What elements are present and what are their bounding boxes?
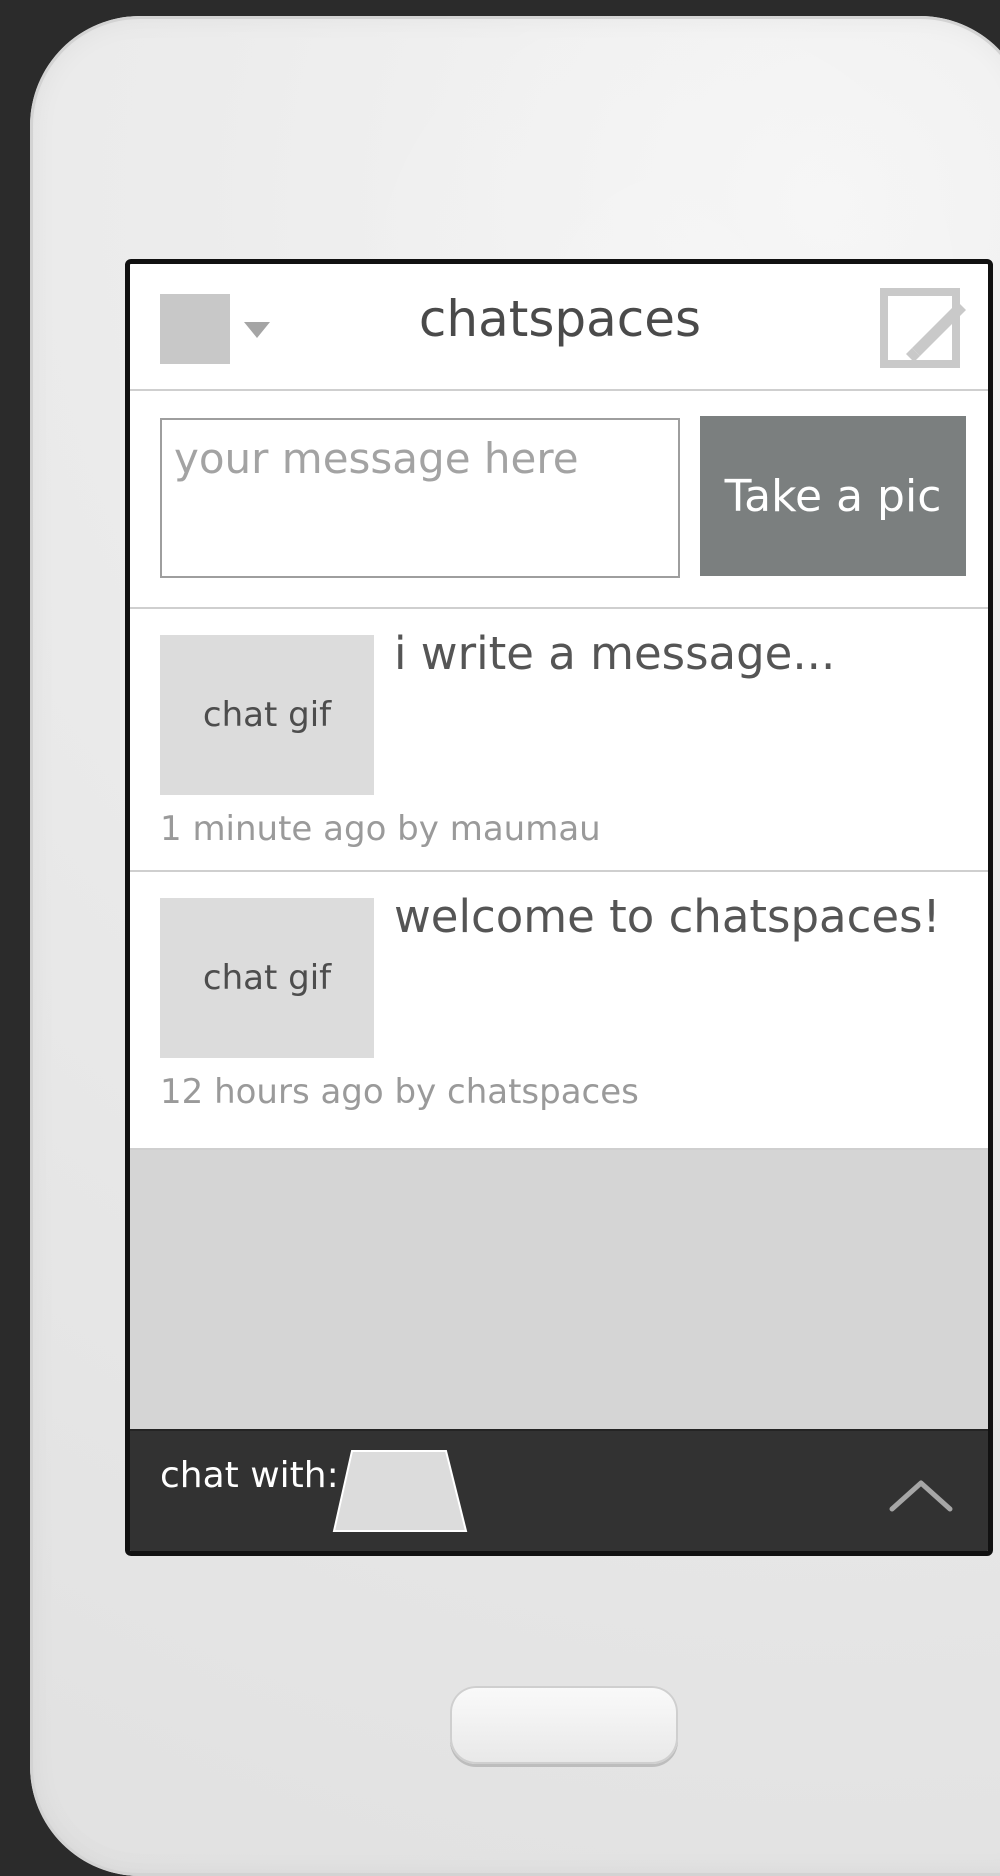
chat-gif-label: chat gif xyxy=(202,695,332,735)
chat-gif: chat gif xyxy=(160,898,374,1058)
avatar[interactable] xyxy=(160,294,230,364)
message-text: i write a message... xyxy=(394,627,836,680)
message-text: welcome to chatspaces! xyxy=(394,890,941,943)
message-meta: 1 minute ago by maumau xyxy=(160,809,601,849)
message-meta: 12 hours ago by chatspaces xyxy=(160,1072,639,1112)
take-a-pic-button[interactable]: Take a pic xyxy=(700,416,966,576)
chat-gif: chat gif xyxy=(160,635,374,795)
message-input[interactable] xyxy=(160,418,680,578)
composer: Take a pic xyxy=(130,391,988,609)
chat-gif-label: chat gif xyxy=(202,958,332,998)
top-bar: chatspaces xyxy=(130,264,988,391)
compose-icon[interactable] xyxy=(878,282,970,374)
message-feed: chat gif i write a message... 1 minute a… xyxy=(130,609,988,1150)
chat-with-label: chat with: xyxy=(160,1455,339,1496)
app-screen: chatspaces Take a pic chat gif i write a… xyxy=(125,259,993,1556)
list-item[interactable]: chat gif welcome to chatspaces! 12 hours… xyxy=(130,872,988,1150)
chevron-up-icon[interactable] xyxy=(888,1475,954,1515)
phone-device: chatspaces Take a pic chat gif i write a… xyxy=(30,16,1000,1876)
list-item[interactable]: chat gif i write a message... 1 minute a… xyxy=(130,609,988,872)
page-title: chatspaces xyxy=(418,290,702,348)
chat-with-selector[interactable] xyxy=(330,1449,470,1533)
home-button[interactable] xyxy=(450,1686,678,1764)
chevron-down-icon[interactable] xyxy=(244,322,270,338)
bottom-bar: chat with: xyxy=(130,1429,988,1551)
